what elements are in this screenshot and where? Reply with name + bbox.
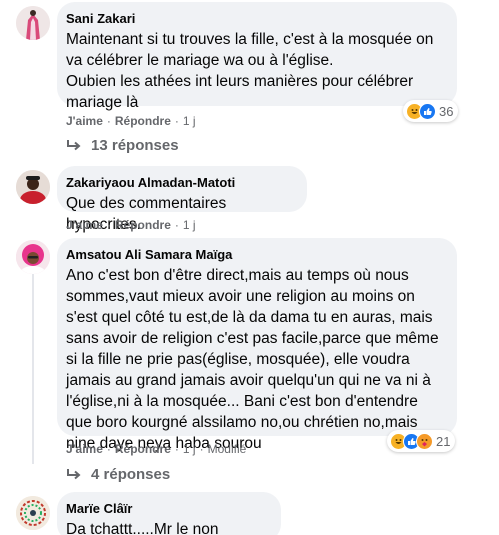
comment-author[interactable]: Marïe Clâïr [66,501,269,517]
comment-time[interactable]: 1 j [183,442,196,456]
reply-link[interactable]: Répondre [115,218,171,232]
like-reaction-icon [419,102,436,120]
reaction-summary[interactable]: 36 [403,100,459,122]
reaction-summary[interactable]: 21 [387,430,456,452]
profile-photo-icon [16,170,50,204]
reply-arrow-icon [67,468,81,479]
profile-photo-icon [16,496,50,530]
avatar[interactable] [16,170,50,204]
comment-time[interactable]: 1 j [183,114,196,128]
comment-actions: J'aime · Répondre · 1 j [66,218,196,232]
view-replies-button[interactable]: 13 réponses [66,137,179,154]
comment-actions: J'aime · Répondre · 1 j [66,114,196,128]
comment-bubble: Marïe Clâïr Da tchattt.....Mr le non cro… [57,492,281,535]
avatar[interactable] [16,240,50,274]
comment-bubble: Sani Zakari Maintenant si tu trouves la … [57,2,457,111]
profile-photo-icon [16,240,50,274]
comment-bubble: Amsatou Ali Samara Maïga Ano c'est bon d… [57,238,457,452]
reaction-count: 21 [436,433,451,449]
replies-count-label: 13 réponses [91,137,179,154]
comment-text: Maintenant si tu trouves la fille, c'est… [66,31,434,111]
like-link[interactable]: J'aime [66,218,103,232]
edited-label: Modifié [207,442,247,456]
care-reaction-icon [416,432,433,450]
reply-arrow-icon [67,139,81,150]
comment-actions: J'aime · Répondre · 1 j · Modifié [66,442,247,456]
reply-link[interactable]: Répondre [115,114,171,128]
profile-photo-icon [16,6,50,40]
reaction-count: 36 [439,103,454,119]
comment-author[interactable]: Sani Zakari [66,11,445,27]
replies-count-label: 4 réponses [91,466,171,483]
comment-text: Da tchattt.....Mr le non croyant [66,521,219,535]
like-link[interactable]: J'aime [66,442,103,456]
reply-link[interactable]: Répondre [115,442,171,456]
comment-author[interactable]: Amsatou Ali Samara Maïga [66,247,445,263]
like-link[interactable]: J'aime [66,114,103,128]
comment-time[interactable]: 1 j [183,218,196,232]
avatar[interactable] [16,496,50,530]
avatar[interactable] [16,6,50,40]
comment-text: Ano c'est bon d'être direct,mais au temp… [66,267,439,452]
view-replies-button[interactable]: 4 réponses [66,466,170,483]
thread-line [32,274,34,464]
comment-bubble: Zakariyaou Almadan-Matoti Que des commen… [57,166,307,233]
comment-author[interactable]: Zakariyaou Almadan-Matoti [66,175,295,191]
